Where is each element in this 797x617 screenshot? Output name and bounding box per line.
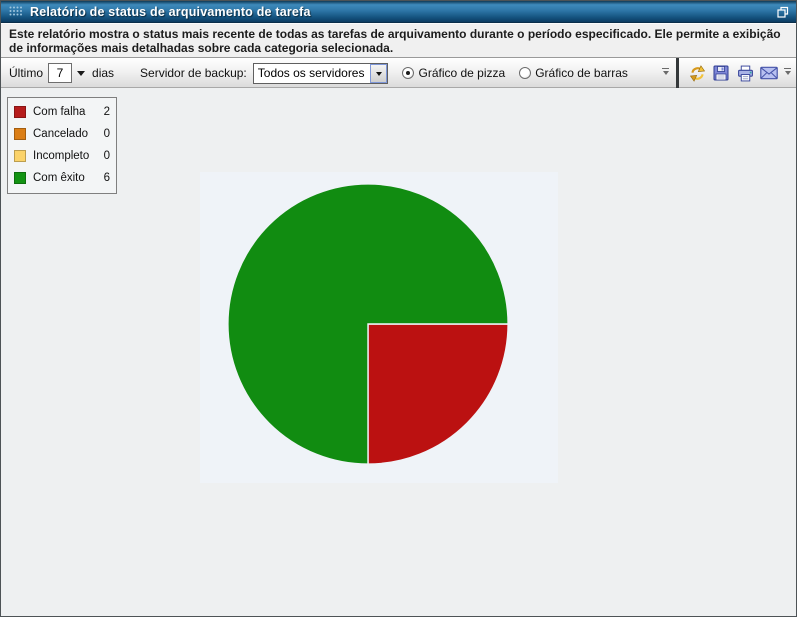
legend-label: Com êxito bbox=[33, 172, 85, 184]
pie-chart[interactable] bbox=[226, 182, 510, 466]
legend-value: 0 bbox=[103, 150, 110, 162]
email-icon[interactable] bbox=[759, 63, 779, 83]
legend-item[interactable]: Com êxito 6 bbox=[14, 167, 110, 189]
chevron-down-icon[interactable] bbox=[370, 63, 388, 83]
chart-panel bbox=[200, 172, 558, 483]
toolbar-overflow-icon[interactable] bbox=[659, 68, 672, 78]
report-window: Relatório de status de arquivamento de t… bbox=[0, 0, 797, 617]
period-dropdown-arrow-icon[interactable] bbox=[77, 70, 86, 80]
server-select-value: Todos os servidores bbox=[257, 65, 365, 80]
print-icon[interactable] bbox=[735, 63, 755, 83]
toolbar-controls: Último 7 dias Servidor de backup: Todos … bbox=[1, 58, 676, 88]
popout-icon[interactable] bbox=[777, 6, 789, 18]
legend-swatch-icon bbox=[14, 106, 26, 118]
refresh-icon[interactable] bbox=[687, 63, 707, 83]
description-bar: Este relatório mostra o status mais rece… bbox=[1, 23, 796, 58]
grip-icon bbox=[9, 6, 22, 16]
actions-overflow-icon[interactable] bbox=[781, 68, 794, 78]
legend-swatch-icon bbox=[14, 128, 26, 140]
server-select[interactable]: Todos os servidores bbox=[252, 62, 389, 84]
legend-item[interactable]: Com falha 2 bbox=[14, 101, 110, 123]
legend-swatch-icon bbox=[14, 172, 26, 184]
period-unit-label: dias bbox=[92, 66, 115, 80]
legend-item[interactable]: Cancelado 0 bbox=[14, 123, 110, 145]
legend-label: Incompleto bbox=[33, 150, 90, 162]
radio-pie-chart[interactable]: Gráfico de pizza bbox=[402, 66, 505, 80]
legend-value: 2 bbox=[103, 106, 110, 118]
pie-slice[interactable] bbox=[367, 323, 509, 465]
report-content: Com falha 2 Cancelado 0 Incompleto 0 Com… bbox=[1, 88, 796, 616]
legend-item[interactable]: Incompleto 0 bbox=[14, 145, 110, 167]
titlebar: Relatório de status de arquivamento de t… bbox=[1, 1, 796, 23]
period-label: Último bbox=[9, 66, 44, 80]
toolbar: Último 7 dias Servidor de backup: Todos … bbox=[1, 58, 796, 88]
radio-circle-icon bbox=[519, 67, 532, 79]
page-title: Relatório de status de arquivamento de t… bbox=[30, 4, 311, 19]
legend-value: 0 bbox=[103, 128, 110, 140]
legend-value: 6 bbox=[103, 172, 110, 184]
legend-label: Cancelado bbox=[33, 128, 88, 140]
legend-swatch-icon bbox=[14, 150, 26, 162]
save-icon[interactable] bbox=[711, 63, 731, 83]
period-input[interactable]: 7 bbox=[48, 63, 73, 83]
radio-bar-label: Gráfico de barras bbox=[535, 66, 628, 80]
toolbar-actions bbox=[679, 58, 796, 88]
radio-circle-icon bbox=[402, 67, 415, 79]
radio-bar-chart[interactable]: Gráfico de barras bbox=[519, 66, 628, 80]
legend-label: Com falha bbox=[33, 106, 86, 118]
radio-pie-label: Gráfico de pizza bbox=[418, 66, 506, 80]
server-label: Servidor de backup: bbox=[140, 66, 247, 80]
description-text: Este relatório mostra o status mais rece… bbox=[9, 27, 781, 55]
chart-legend: Com falha 2 Cancelado 0 Incompleto 0 Com… bbox=[7, 97, 117, 194]
